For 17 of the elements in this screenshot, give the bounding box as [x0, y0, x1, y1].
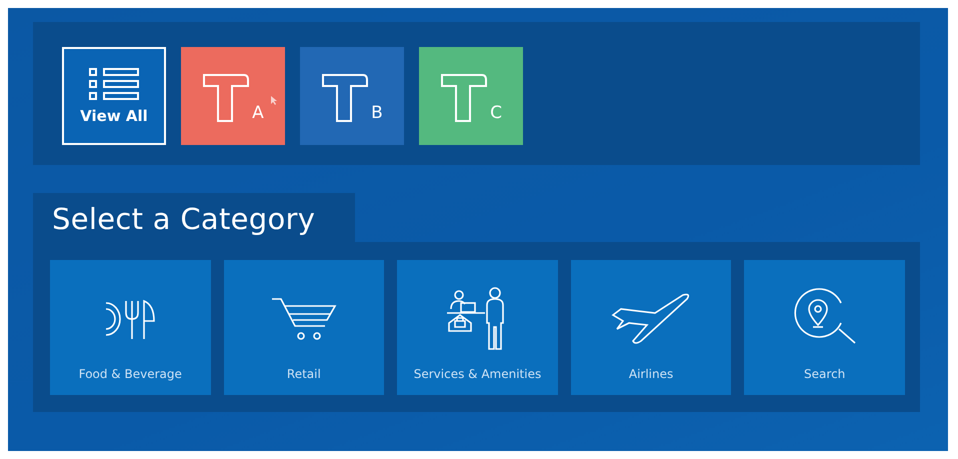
category-tile[interactable]: Services & Amenities	[397, 260, 558, 395]
view-all-button[interactable]: View All	[62, 47, 166, 145]
category-tile[interactable]: Retail	[224, 260, 384, 395]
letter-t-icon	[202, 73, 250, 123]
list-icon	[88, 67, 140, 101]
terminal-button[interactable]: A	[181, 47, 285, 145]
cart-icon	[270, 296, 337, 342]
terminal-button[interactable]: B	[300, 47, 404, 145]
category-tile[interactable]: Search	[744, 260, 905, 395]
airplane-icon	[611, 292, 692, 344]
section-heading: Select a Category	[33, 193, 355, 242]
letter-t-icon	[440, 73, 488, 123]
category-tile[interactable]: Food & Beverage	[50, 260, 211, 395]
letter-t-icon	[321, 73, 370, 123]
cursor-icon	[271, 96, 277, 105]
terminal-button[interactable]: C	[419, 47, 523, 145]
category-tile[interactable]: Airlines	[570, 260, 732, 395]
